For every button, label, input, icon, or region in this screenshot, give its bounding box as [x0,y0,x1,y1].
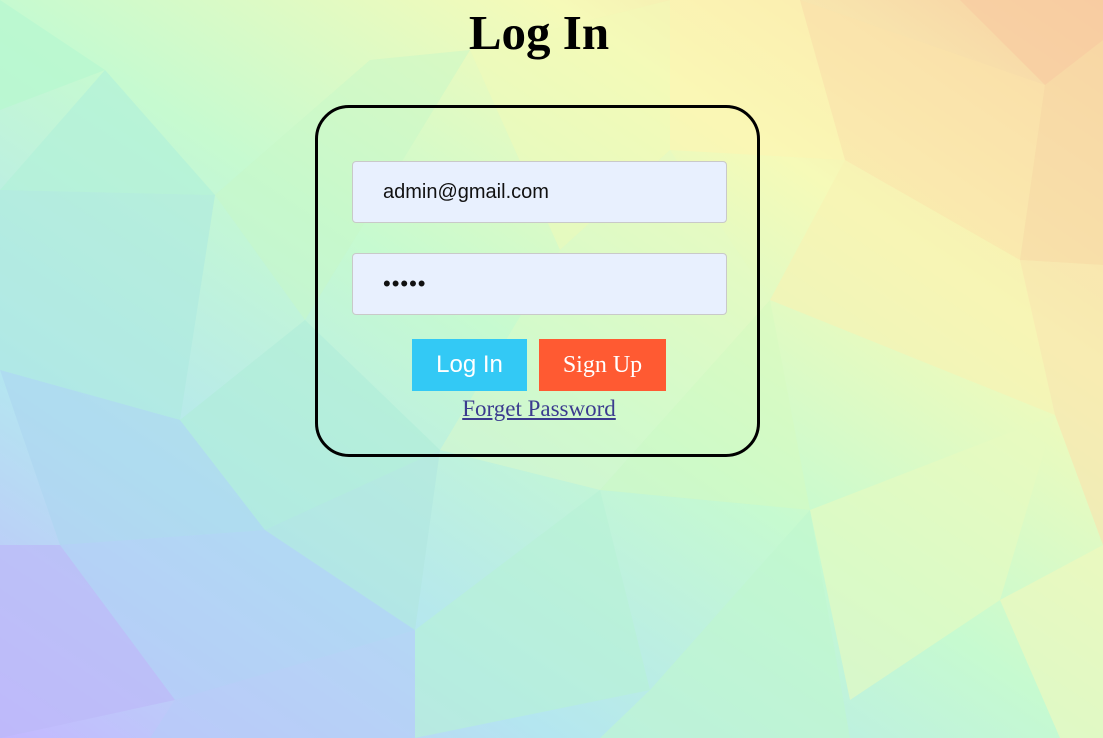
password-field[interactable] [352,253,727,315]
email-field[interactable] [352,161,727,223]
login-button[interactable]: Log In [412,339,527,391]
forget-password-link[interactable]: Forget Password [0,396,1078,422]
page-title: Log In [468,5,610,60]
signup-button[interactable]: Sign Up [539,339,666,391]
